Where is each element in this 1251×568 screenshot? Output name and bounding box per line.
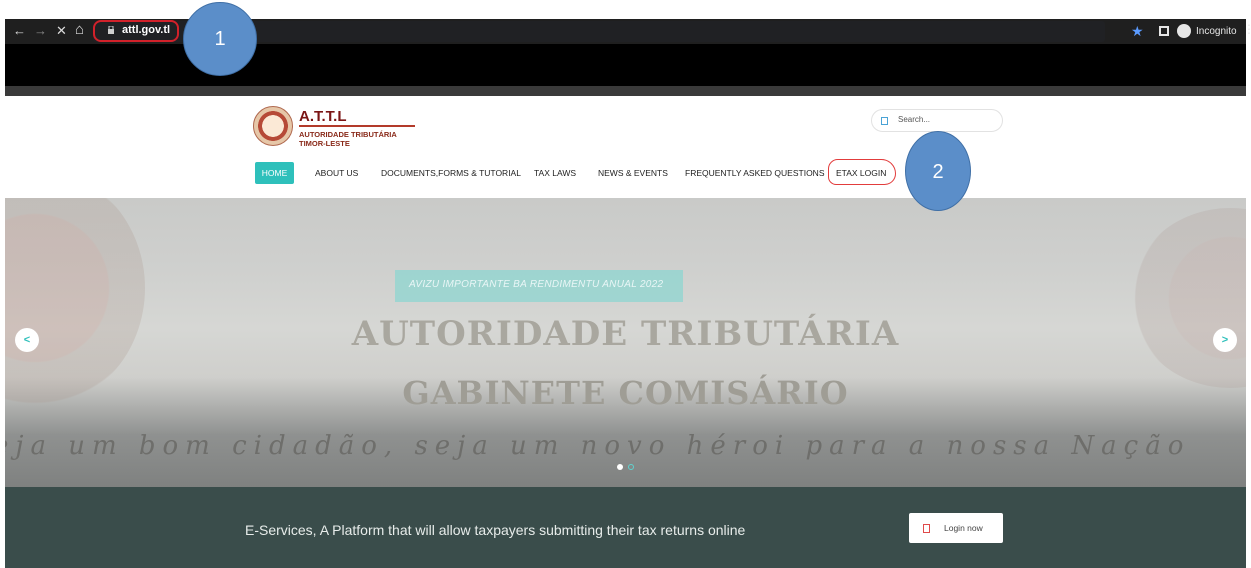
hero-badge-text[interactable]: AVIZU IMPORTANTE BA RENDIMENTU ANUAL 202… (409, 279, 663, 290)
nav-news-events[interactable]: NEWS & EVENTS (598, 162, 668, 184)
slider-dot-2[interactable] (628, 464, 634, 470)
browser-menu-icon[interactable]: ⋮ (1243, 22, 1251, 36)
incognito-label: Incognito (1196, 26, 1237, 37)
logo-subtitle: AUTORIDADE TRIBUTÁRIA (299, 130, 397, 139)
nav-documents-forms-tutorial[interactable]: DOCUMENTS,FORMS & TUTORIAL (381, 162, 521, 184)
stop-icon[interactable]: ✕ (56, 23, 67, 39)
logo-underline (299, 125, 415, 127)
etax-login-highlight-circle (828, 159, 896, 185)
eservices-description: E-Services, A Platform that will allow t… (245, 522, 746, 538)
page-top-strip (5, 86, 1246, 96)
url-highlight-circle (93, 20, 179, 42)
search-placeholder: Search... (898, 115, 931, 124)
logo-country: TIMOR-LESTE (299, 139, 350, 148)
hero-slider: AVIZU IMPORTANTE BA RENDIMENTU ANUAL 202… (5, 198, 1246, 487)
forward-icon[interactable]: → (34, 23, 47, 38)
hero-title-line2: GABINETE COMISÁRIO (402, 374, 849, 412)
logo-emblem[interactable] (253, 106, 293, 146)
slider-dot-1[interactable] (617, 464, 623, 470)
annotation-callout-2: 2 (905, 131, 971, 211)
nav-tax-laws[interactable]: TAX LAWS (534, 162, 576, 184)
slider-next-button[interactable]: > (1213, 328, 1237, 352)
seal-watermark-right (1130, 208, 1246, 388)
star-icon[interactable]: ★ (1131, 23, 1144, 40)
nav-faq[interactable]: FREQUENTLY ASKED QUESTIONS (685, 162, 825, 184)
hero-tagline: eja um bom cidadão, seja um novo héroi p… (5, 431, 1191, 461)
search-icon (881, 117, 888, 125)
side-panel-icon[interactable] (1159, 26, 1169, 36)
slider-prev-button[interactable]: < (15, 328, 39, 352)
login-now-label[interactable]: Login now (944, 523, 983, 533)
nav-about-us[interactable]: ABOUT US (315, 162, 358, 184)
search-input[interactable]: Search... (871, 109, 1003, 132)
back-icon[interactable]: ← (13, 23, 26, 38)
hero-title-line1: AUTORIDADE TRIBUTÁRIA (351, 314, 900, 354)
home-icon[interactable]: ⌂ (75, 21, 84, 38)
login-now-button[interactable]: Login now (909, 513, 1003, 543)
annotation-callout-1: 1 (183, 2, 257, 76)
login-icon (923, 524, 930, 533)
logo-title[interactable]: A.T.T.L (299, 108, 347, 125)
nav-home[interactable]: HOME (255, 162, 294, 184)
incognito-icon (1177, 24, 1191, 38)
